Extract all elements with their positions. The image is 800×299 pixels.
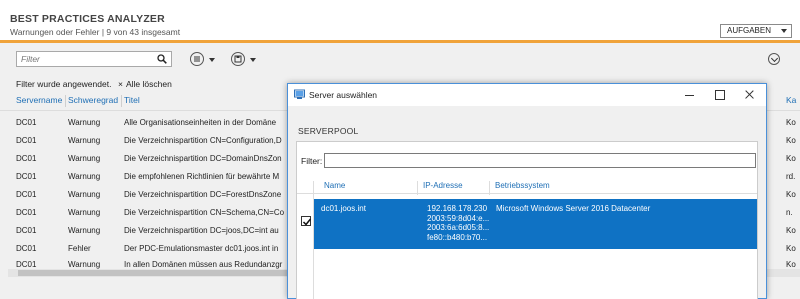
cell-severity: Warnung bbox=[68, 118, 101, 127]
cell-server: DC01 bbox=[16, 190, 37, 199]
column-separator[interactable] bbox=[489, 181, 490, 195]
cell-title: Die Verzeichnispartition CN=Schema,CN=Co bbox=[124, 208, 285, 217]
cell-severity: Fehler bbox=[68, 244, 91, 253]
column-separator[interactable] bbox=[65, 95, 66, 107]
cell-severity: Warnung bbox=[68, 172, 101, 181]
col-name[interactable]: Name bbox=[324, 181, 345, 190]
collapse-icon[interactable] bbox=[768, 53, 780, 65]
cell-title: Die Verzeichnispartition DC=ForestDnsZon… bbox=[124, 190, 282, 199]
chevron-down-icon bbox=[781, 29, 787, 33]
cell-server: DC01 bbox=[16, 244, 37, 253]
cell-server: DC01 bbox=[16, 118, 37, 127]
maximize-icon[interactable] bbox=[705, 84, 735, 106]
checkmark-icon bbox=[302, 218, 312, 226]
col-category[interactable]: Ka bbox=[786, 95, 796, 105]
dialog-titlebar[interactable]: Server auswählen bbox=[288, 84, 766, 106]
clear-all-label: Alle löschen bbox=[125, 79, 172, 89]
column-separator[interactable] bbox=[417, 181, 418, 195]
server-ip: 2003:6a:6d05:8... bbox=[427, 223, 490, 232]
cell-category: Ko bbox=[786, 226, 796, 235]
server-icon bbox=[294, 89, 305, 99]
server-os: Microsoft Windows Server 2016 Datacenter bbox=[496, 204, 651, 213]
col-ip[interactable]: IP-Adresse bbox=[423, 181, 463, 190]
serverpool-heading: SERVERPOOL bbox=[298, 126, 359, 136]
serverpool-header: Name IP-Adresse Betriebssystem bbox=[297, 178, 757, 195]
cell-title: Die Verzeichnispartition CN=Configuratio… bbox=[124, 136, 282, 145]
search-icon[interactable] bbox=[157, 54, 167, 64]
cell-severity: Warnung bbox=[68, 154, 101, 163]
server-row[interactable]: dc01.joos.int 192.168.178.230 2003:59:8d… bbox=[314, 199, 757, 249]
page-title: BEST PRACTICES ANALYZER bbox=[10, 13, 165, 25]
server-ip: 192.168.178.230 bbox=[427, 204, 488, 213]
filter-box bbox=[16, 51, 172, 67]
filter-input[interactable] bbox=[17, 52, 147, 66]
cell-server: DC01 bbox=[16, 154, 37, 163]
page-subtitle: Warnungen oder Fehler | 9 von 43 insgesa… bbox=[10, 27, 181, 37]
cell-severity: Warnung bbox=[68, 260, 101, 269]
chevron-down-icon[interactable] bbox=[209, 58, 215, 62]
col-servername[interactable]: Servername bbox=[16, 95, 62, 105]
cell-server: DC01 bbox=[16, 260, 37, 269]
chevron-down-icon[interactable] bbox=[250, 58, 256, 62]
cell-title: Die Verzeichnispartition DC=joos,DC=int … bbox=[124, 226, 279, 235]
cell-category: Ko bbox=[786, 154, 796, 163]
cell-category: Ko bbox=[786, 260, 796, 269]
tasks-label: AUFGABEN bbox=[727, 26, 772, 35]
col-os[interactable]: Betriebssystem bbox=[495, 181, 550, 190]
cell-category: Ko bbox=[786, 136, 796, 145]
scrollbar-thumb[interactable] bbox=[18, 270, 298, 276]
save-query-button[interactable] bbox=[231, 52, 245, 66]
bpa-header: BEST PRACTICES ANALYZER Warnungen oder F… bbox=[0, 0, 800, 40]
filter-label: Filter: bbox=[301, 156, 323, 166]
list-view-button[interactable] bbox=[190, 52, 204, 66]
cell-server: DC01 bbox=[16, 226, 37, 235]
minimize-icon[interactable] bbox=[675, 84, 705, 106]
cell-title: Die empfohlenen Richtlinien für bewährte… bbox=[124, 172, 280, 181]
cell-title: Alle Organisationseinheiten in der Domän… bbox=[124, 118, 277, 127]
column-separator[interactable] bbox=[313, 181, 314, 195]
cell-severity: Warnung bbox=[68, 208, 101, 217]
close-icon[interactable] bbox=[735, 84, 765, 106]
cell-category: Ko bbox=[786, 244, 796, 253]
cell-category: Ko bbox=[786, 190, 796, 199]
cell-title: Die Verzeichnispartition DC=DomainDnsZon bbox=[124, 154, 282, 163]
cell-title: Der PDC-Emulationsmaster dc01.joos.int i… bbox=[124, 244, 279, 253]
cell-server: DC01 bbox=[16, 136, 37, 145]
select-server-dialog: Server auswählen SERVERPOOL Filter: Name… bbox=[287, 83, 767, 299]
server-name: dc01.joos.int bbox=[321, 204, 366, 213]
cell-category: Ko bbox=[786, 118, 796, 127]
close-icon: × bbox=[118, 79, 123, 89]
tasks-dropdown[interactable]: AUFGABEN bbox=[720, 24, 792, 38]
cell-severity: Warnung bbox=[68, 190, 101, 199]
server-checkbox[interactable] bbox=[301, 216, 312, 226]
cell-severity: Warnung bbox=[68, 136, 101, 145]
dialog-filter-input[interactable] bbox=[324, 153, 756, 168]
serverpool-panel: Filter: Name IP-Adresse Betriebssystem d… bbox=[296, 141, 758, 299]
cell-category: n. bbox=[786, 208, 793, 217]
cell-severity: Warnung bbox=[68, 226, 101, 235]
col-title[interactable]: Titel bbox=[124, 95, 140, 105]
filter-applied-text: Filter wurde angewendet. bbox=[16, 79, 112, 89]
column-separator[interactable] bbox=[121, 95, 122, 107]
server-ip: 2003:59:8d04:e... bbox=[427, 213, 490, 223]
col-severity[interactable]: Schweregrad bbox=[68, 95, 118, 105]
clear-all-link[interactable]: × Alle löschen bbox=[118, 79, 172, 89]
cell-server: DC01 bbox=[16, 172, 37, 181]
cell-title: In allen Domänen müssen aus Redundanzgr bbox=[124, 260, 283, 269]
server-ip: fe80::b480:b70... bbox=[427, 232, 488, 242]
save-icon bbox=[234, 55, 242, 63]
dialog-title: Server auswählen bbox=[309, 90, 378, 100]
list-icon bbox=[194, 56, 200, 62]
cell-category: rd. bbox=[786, 172, 796, 181]
cell-server: DC01 bbox=[16, 208, 37, 217]
